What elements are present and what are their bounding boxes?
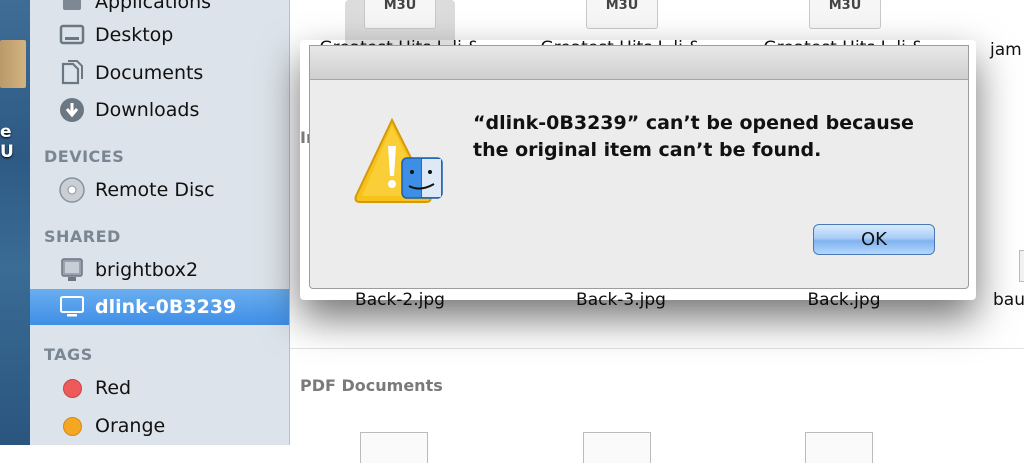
tags-header: TAGS — [44, 345, 93, 364]
applications-icon — [59, 0, 85, 15]
playlist-file-icon[interactable]: M3U — [809, 0, 881, 29]
sidebar-item-tag-orange[interactable]: Orange — [30, 408, 289, 444]
desktop-background: e U — [0, 0, 30, 445]
sidebar-item-documents[interactable]: Documents — [30, 55, 289, 91]
pdf-section-title: PDF Documents — [300, 376, 443, 395]
alert-message-line: the original item can’t be found. — [473, 139, 822, 161]
tag-color-icon — [59, 375, 85, 401]
image-thumbnail[interactable] — [1019, 250, 1024, 282]
shared-header: SHARED — [44, 227, 121, 246]
section-divider — [290, 348, 1024, 349]
sidebar-item-dlink[interactable]: dlink-0B3239 — [30, 289, 289, 325]
sidebar-item-desktop[interactable]: Desktop — [30, 17, 289, 53]
alert-message-line: “dlink-0B3239” can’t be opened because — [473, 112, 914, 134]
sidebar-item-brightbox2[interactable]: brightbox2 — [30, 252, 289, 288]
ok-button[interactable]: OK — [813, 224, 935, 255]
warning-finder-icon — [352, 116, 447, 206]
file-name[interactable]: jam — [990, 40, 1024, 60]
finder-sidebar: Applications Desktop Documents Downloads… — [30, 0, 290, 445]
pdf-file-icon[interactable] — [583, 432, 651, 463]
file-name[interactable]: bau — [993, 290, 1024, 310]
playlist-file-icon[interactable]: M3U — [586, 0, 658, 29]
sidebar-item-label: Applications — [95, 0, 212, 13]
sidebar-item-label: Orange — [95, 415, 166, 437]
sidebar-item-label: Red — [95, 377, 132, 399]
tag-color-icon — [59, 413, 85, 439]
sidebar-item-label: Downloads — [95, 99, 200, 121]
pdf-file-icon[interactable] — [805, 432, 873, 463]
desktop-item-label[interactable]: e U — [0, 122, 30, 162]
sidebar-item-label: Documents — [95, 62, 204, 84]
alert-message: “dlink-0B3239” can’t be opened because t… — [473, 110, 943, 164]
downloads-icon — [59, 97, 85, 123]
disc-icon — [59, 177, 85, 203]
sidebar-item-label: Desktop — [95, 24, 174, 46]
desktop-icon — [59, 22, 85, 48]
sidebar-item-downloads[interactable]: Downloads — [30, 92, 289, 128]
server-icon — [59, 257, 85, 283]
sidebar-item-label: Remote Disc — [95, 179, 215, 201]
documents-icon — [59, 60, 85, 86]
sidebar-item-label: brightbox2 — [95, 259, 199, 281]
monitor-icon — [59, 294, 85, 320]
sidebar-item-label: dlink-0B3239 — [95, 296, 237, 318]
sidebar-item-remote-disc[interactable]: Remote Disc — [30, 172, 289, 208]
alert-dialog: “dlink-0B3239” can’t be opened because t… — [309, 45, 969, 289]
sidebar-item-tag-red[interactable]: Red — [30, 370, 289, 406]
dialog-titlebar[interactable] — [310, 46, 968, 80]
playlist-file-icon[interactable]: M3U — [364, 0, 436, 29]
devices-header: DEVICES — [44, 147, 125, 166]
pdf-file-icon[interactable] — [360, 432, 428, 463]
desktop-item-icon[interactable] — [0, 40, 26, 88]
